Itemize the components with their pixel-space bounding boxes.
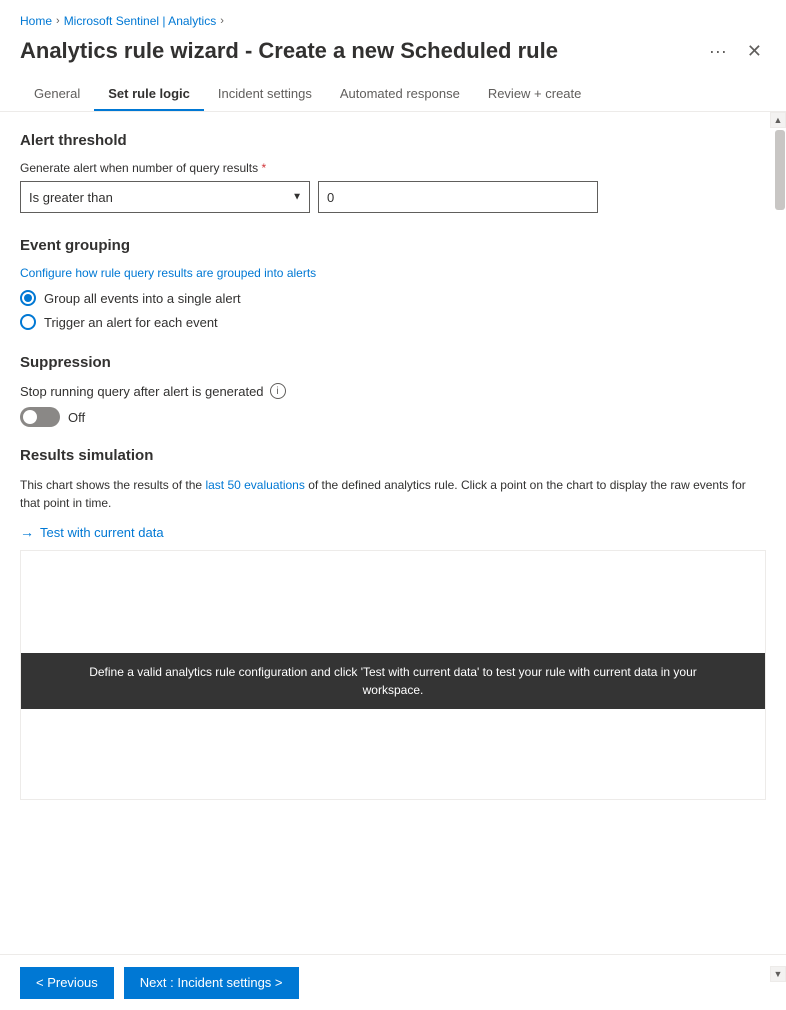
- event-grouping-description: Configure how rule query results are gro…: [20, 266, 766, 280]
- close-button[interactable]: ✕: [743, 39, 766, 64]
- tab-set-rule-logic[interactable]: Set rule logic: [94, 78, 204, 111]
- toggle-knob: [23, 410, 37, 424]
- tab-automated-response[interactable]: Automated response: [326, 78, 474, 111]
- tab-incident-settings[interactable]: Incident settings: [204, 78, 326, 111]
- page-header: Analytics rule wizard - Create a new Sch…: [0, 34, 786, 78]
- tabs-bar: General Set rule logic Incident settings…: [0, 78, 786, 112]
- query-results-dropdown[interactable]: Is greater than Is less than Is equal to…: [20, 181, 310, 213]
- suppression-label-row: Stop running query after alert is genera…: [20, 383, 766, 399]
- chart-message: Define a valid analytics rule configurat…: [21, 653, 765, 709]
- dropdown-wrapper: Is greater than Is less than Is equal to…: [20, 181, 310, 213]
- scrollbar-down-arrow[interactable]: ▼: [770, 966, 786, 982]
- more-options-button[interactable]: ···: [705, 39, 731, 64]
- chart-message-text2: workspace.: [363, 683, 424, 697]
- suppression-title: Suppression: [20, 354, 766, 371]
- radio-group-all[interactable]: Group all events into a single alert: [20, 290, 766, 306]
- scrollbar-up-arrow[interactable]: ▲: [770, 112, 786, 128]
- header-icons: ··· ✕: [705, 39, 766, 64]
- radio-trigger-each-circle[interactable]: [20, 314, 36, 330]
- tab-review-create[interactable]: Review + create: [474, 78, 596, 111]
- test-link-label: Test with current data: [40, 525, 164, 540]
- breadcrumb-home[interactable]: Home: [20, 14, 52, 28]
- alert-threshold-section: Alert threshold Generate alert when numb…: [20, 132, 766, 213]
- breadcrumb-chevron-1: ›: [56, 15, 60, 27]
- tab-general[interactable]: General: [20, 78, 94, 111]
- alert-threshold-title: Alert threshold: [20, 132, 766, 149]
- breadcrumb: Home › Microsoft Sentinel | Analytics ›: [0, 0, 786, 34]
- radio-group-all-label: Group all events into a single alert: [44, 291, 241, 306]
- radio-trigger-each[interactable]: Trigger an alert for each event: [20, 314, 766, 330]
- radio-group-all-circle[interactable]: [20, 290, 36, 306]
- breadcrumb-sentinel[interactable]: Microsoft Sentinel | Analytics: [64, 14, 217, 28]
- footer-bar: < Previous Next : Incident settings >: [0, 954, 786, 1010]
- required-marker: *: [258, 161, 266, 175]
- simulation-desc-link[interactable]: last 50 evaluations: [205, 478, 304, 492]
- suppression-toggle-row: Off: [20, 407, 766, 427]
- content-area: ▲ ▼ Alert threshold Generate alert when …: [0, 112, 786, 982]
- radio-trigger-each-label: Trigger an alert for each event: [44, 315, 218, 330]
- page-title: Analytics rule wizard - Create a new Sch…: [20, 38, 705, 64]
- test-link-arrow-icon: →: [20, 524, 34, 540]
- simulation-desc-part1: This chart shows the results of the: [20, 478, 202, 492]
- simulation-description: This chart shows the results of the last…: [20, 476, 766, 512]
- suppression-info-icon[interactable]: i: [270, 383, 286, 399]
- scrollbar-thumb[interactable]: [775, 130, 785, 210]
- breadcrumb-chevron-2: ›: [220, 15, 224, 27]
- chart-container: Define a valid analytics rule configurat…: [20, 550, 766, 800]
- threshold-row: Is greater than Is less than Is equal to…: [20, 181, 766, 213]
- alert-threshold-label: Generate alert when number of query resu…: [20, 161, 766, 175]
- next-button[interactable]: Next : Incident settings >: [124, 967, 299, 999]
- suppression-toggle-label: Off: [68, 410, 85, 425]
- previous-button[interactable]: < Previous: [20, 967, 114, 999]
- threshold-number-input[interactable]: [318, 181, 598, 213]
- suppression-section: Suppression Stop running query after ale…: [20, 354, 766, 427]
- results-simulation-section: Results simulation This chart shows the …: [20, 447, 766, 800]
- results-simulation-title: Results simulation: [20, 447, 766, 464]
- event-grouping-section: Event grouping Configure how rule query …: [20, 237, 766, 330]
- suppression-toggle[interactable]: [20, 407, 60, 427]
- event-grouping-title: Event grouping: [20, 237, 766, 254]
- suppression-label-text: Stop running query after alert is genera…: [20, 384, 264, 399]
- test-with-current-data-link[interactable]: → Test with current data: [20, 524, 766, 540]
- chart-message-text: Define a valid analytics rule configurat…: [89, 665, 697, 679]
